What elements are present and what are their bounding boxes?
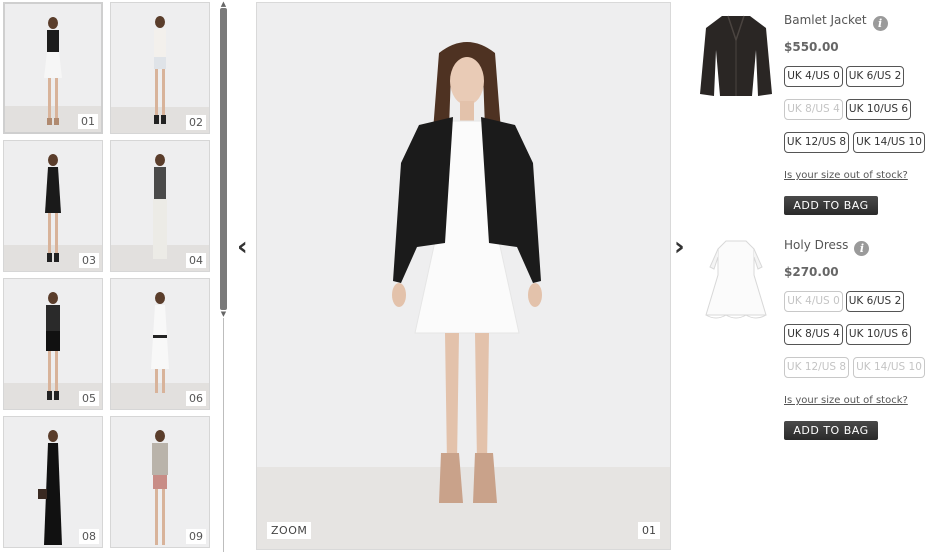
model-photo: [38, 430, 62, 545]
thumbnail-01[interactable]: 01: [3, 2, 103, 134]
thumbnail-05[interactable]: 05: [3, 278, 103, 410]
size-option[interactable]: UK 8/US 4: [784, 324, 843, 345]
thumbnail-list: 01 02 03 04 05 06 08 09: [0, 0, 216, 552]
size-option[interactable]: UK 10/US 6: [846, 99, 911, 120]
size-option-out-of-stock: UK 12/US 8: [784, 357, 849, 378]
add-to-bag-button[interactable]: ADD TO BAG: [784, 196, 878, 215]
product-price: $270.00: [784, 265, 839, 279]
product-price: $550.00: [784, 40, 839, 54]
scroll-up-icon[interactable]: ▲: [219, 0, 228, 8]
product-image-jacket[interactable]: [692, 10, 780, 106]
product-bamlet-jacket: Bamlet Jacket i $550.00 UK 4/US 0 UK 6/US…: [692, 10, 942, 225]
thumbnail-number: 09: [186, 529, 206, 544]
model-photo: [44, 17, 62, 125]
model-photo: [46, 292, 60, 400]
info-icon[interactable]: i: [854, 241, 870, 256]
out-of-stock-link[interactable]: Is your size out of stock?: [784, 395, 908, 406]
thumbnail-number: 05: [79, 391, 99, 406]
size-option-out-of-stock: UK 14/US 10: [853, 357, 925, 378]
product-holy-dress: Holy Dress i $270.00 UK 4/US 0 UK 6/US 2 …: [692, 235, 942, 450]
size-option-out-of-stock: UK 8/US 4: [784, 99, 843, 120]
size-option[interactable]: UK 6/US 2: [846, 291, 904, 312]
model-photo: [45, 154, 61, 262]
thumbnail-number: 08: [79, 529, 99, 544]
main-product-image[interactable]: ZOOM 01: [256, 2, 671, 550]
thumbnail-scrollbar[interactable]: ▲ ▼: [219, 0, 228, 318]
model-photo: [154, 16, 166, 124]
size-option[interactable]: UK 10/US 6: [846, 324, 911, 345]
thumbnail-06[interactable]: 06: [110, 278, 210, 410]
previous-image-button[interactable]: ‹: [237, 232, 248, 262]
info-icon[interactable]: i: [872, 16, 888, 31]
model-photo-large: [392, 42, 542, 503]
model-photo: [153, 154, 167, 259]
add-to-bag-button[interactable]: ADD TO BAG: [784, 421, 878, 440]
product-image-dress[interactable]: [692, 235, 780, 331]
thumbnail-03[interactable]: 03: [3, 140, 103, 272]
out-of-stock-link[interactable]: Is your size out of stock?: [784, 170, 908, 181]
model-photo: [151, 292, 169, 393]
size-option-out-of-stock: UK 4/US 0: [784, 291, 843, 312]
product-name: Bamlet Jacket: [784, 13, 867, 27]
thumbnail-number: 01: [78, 114, 98, 129]
thumbnail-09[interactable]: 09: [110, 416, 210, 548]
model-photo: [152, 430, 168, 545]
thumbnail-number: 03: [79, 253, 99, 268]
thumbnail-04[interactable]: 04: [110, 140, 210, 272]
thumbnail-08[interactable]: 08: [3, 416, 103, 548]
scroll-down-icon[interactable]: ▼: [219, 310, 228, 318]
size-option[interactable]: UK 6/US 2: [846, 66, 904, 87]
size-option[interactable]: UK 12/US 8: [784, 132, 849, 153]
product-name: Holy Dress: [784, 238, 849, 252]
thumbnail-02[interactable]: 02: [110, 2, 210, 134]
thumbnail-number: 02: [186, 115, 206, 130]
image-number: 01: [638, 522, 660, 539]
size-option[interactable]: UK 14/US 10: [853, 132, 925, 153]
size-option[interactable]: UK 4/US 0: [784, 66, 843, 87]
scrollbar-thumb[interactable]: [220, 8, 227, 310]
thumbnail-number: 04: [186, 253, 206, 268]
column-divider: [223, 318, 224, 552]
zoom-button[interactable]: ZOOM: [267, 522, 312, 539]
next-image-button[interactable]: ›: [674, 232, 685, 262]
thumbnail-number: 06: [186, 391, 206, 406]
